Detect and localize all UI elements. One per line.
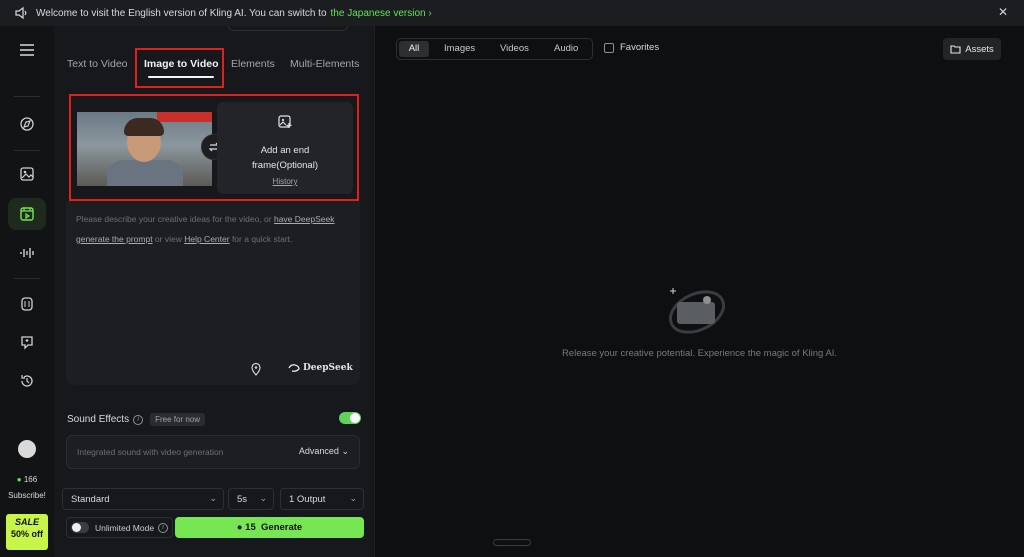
- deepseek-whale-icon: [288, 364, 300, 372]
- menu-icon[interactable]: [17, 40, 37, 60]
- advanced-dropdown[interactable]: Advanced ⌄: [299, 446, 349, 457]
- info-icon[interactable]: i: [133, 414, 144, 425]
- sale-discount: 50% off: [10, 529, 43, 539]
- history-link[interactable]: History: [217, 177, 353, 186]
- favorites-label: Favorites: [620, 42, 660, 53]
- announcement-banner: Welcome to visit the English version of …: [0, 0, 1024, 26]
- empty-state-message: Release your creative potential. Experie…: [561, 348, 838, 359]
- assets-button[interactable]: Assets: [943, 38, 1001, 60]
- quality-select[interactable]: Standard ⌄: [62, 488, 224, 510]
- info-icon[interactable]: i: [158, 523, 168, 533]
- prompt-input[interactable]: Please describe your creative ideas for …: [66, 201, 360, 385]
- unlimited-mode-label: Unlimited Mode: [95, 523, 155, 533]
- scroll-handle: [228, 26, 348, 31]
- filter-images[interactable]: Images: [444, 43, 475, 54]
- creation-panel: Text to Video Image to Video Elements Mu…: [54, 26, 374, 557]
- subscribe-link[interactable]: Subscribe!: [0, 491, 54, 500]
- avatar[interactable]: [18, 440, 36, 458]
- location-pin-icon[interactable]: [250, 362, 262, 376]
- folder-icon: [950, 45, 961, 54]
- unlimited-mode-toggle[interactable]: [71, 522, 89, 533]
- start-frame-image[interactable]: [77, 112, 212, 186]
- explore-icon[interactable]: [17, 114, 37, 134]
- chevron-down-icon: ⌄: [209, 493, 217, 503]
- filter-all[interactable]: All: [399, 41, 429, 57]
- advanced-label: Advanced: [298, 446, 339, 456]
- sound-effects-label: Sound Effects: [67, 414, 130, 425]
- credit-icon: ●: [16, 475, 22, 484]
- prompt-text-1: Please describe your creative ideas for …: [76, 214, 274, 224]
- deepseek-label: DeepSeek: [303, 363, 353, 373]
- video-icon[interactable]: [17, 204, 37, 224]
- japanese-version-link[interactable]: the Japanese version ›: [331, 8, 432, 19]
- image-hair-shape: [124, 118, 164, 136]
- results-area: All Images Videos Audio Favorites Assets…: [375, 26, 1024, 557]
- output-count-value: 1 Output: [289, 494, 326, 505]
- rail-divider: [14, 278, 40, 279]
- image-sign-shape: [157, 112, 212, 122]
- duration-select[interactable]: 5s ⌄: [228, 488, 274, 510]
- prompt-text-3: for a quick start.: [229, 234, 293, 244]
- sound-effects-toggle[interactable]: [339, 412, 361, 424]
- sale-label: SALE: [14, 517, 39, 527]
- tab-elements[interactable]: Elements: [231, 58, 275, 70]
- active-tab-underline: [148, 76, 214, 78]
- banner-message: Welcome to visit the English version of …: [36, 7, 327, 19]
- chevron-down-icon: ⌄: [341, 446, 349, 456]
- end-frame-upload[interactable]: Add an end frame(Optional) History: [217, 102, 353, 194]
- generate-button[interactable]: ● 15 Generate: [175, 517, 364, 538]
- frames-section: Add an end frame(Optional) History: [69, 94, 359, 201]
- bottom-handle: [493, 539, 531, 546]
- free-badge: Free for now: [150, 413, 205, 426]
- image-icon[interactable]: [17, 164, 37, 184]
- prompt-text-2: or view: [152, 234, 185, 244]
- sidebar-rail: ● 166 Subscribe! SALE 50% off: [0, 26, 54, 557]
- filter-audio[interactable]: Audio: [554, 43, 578, 54]
- sound-effects-row: Sound Effects i Free for now: [67, 413, 205, 426]
- rail-divider: [14, 96, 40, 97]
- speaker-icon: [15, 6, 27, 20]
- quality-value: Standard: [71, 494, 110, 505]
- duration-value: 5s: [237, 494, 248, 505]
- help-center-link[interactable]: Help Center: [184, 234, 229, 244]
- image-body-shape: [107, 160, 183, 186]
- unlimited-mode-control: Unlimited Mode i: [66, 517, 173, 538]
- favorites-checkbox[interactable]: [604, 42, 614, 53]
- close-icon[interactable]: ✕: [998, 5, 1008, 19]
- prompt-placeholder: Please describe your creative ideas for …: [76, 209, 351, 249]
- credit-icon: ●: [236, 522, 243, 533]
- deepseek-button[interactable]: DeepSeek: [288, 363, 353, 373]
- credit-count: 166: [23, 475, 38, 484]
- tab-text-to-video[interactable]: Text to Video: [67, 58, 128, 70]
- assistant-icon[interactable]: [17, 332, 37, 352]
- assets-label: Assets: [965, 43, 994, 55]
- canvas-icon[interactable]: [17, 294, 37, 314]
- chevron-down-icon: ⌄: [259, 493, 267, 503]
- favorites-filter[interactable]: Favorites: [604, 42, 659, 53]
- tab-highlight-box: [135, 48, 224, 88]
- media-filter-tabs: All Images Videos Audio: [396, 38, 593, 60]
- empty-state-icon: [669, 288, 725, 334]
- audio-icon[interactable]: [17, 243, 37, 263]
- end-frame-label: Add an end frame(Optional): [252, 145, 318, 171]
- history-icon[interactable]: [17, 371, 37, 391]
- tab-multi-elements[interactable]: Multi-Elements: [290, 58, 359, 70]
- add-image-icon: [278, 115, 292, 128]
- rail-divider: [14, 150, 40, 151]
- generate-label: Generate: [261, 522, 303, 533]
- output-count-select[interactable]: 1 Output ⌄: [280, 488, 364, 510]
- generate-cost: 15: [245, 522, 256, 533]
- sale-badge[interactable]: SALE 50% off: [6, 514, 48, 550]
- filter-videos[interactable]: Videos: [500, 43, 529, 54]
- sound-placeholder: Integrated sound with video generation: [77, 447, 224, 457]
- chevron-down-icon: ⌄: [349, 493, 357, 503]
- credit-balance: ● 166: [0, 475, 54, 484]
- sound-input[interactable]: Integrated sound with video generation A…: [66, 435, 360, 469]
